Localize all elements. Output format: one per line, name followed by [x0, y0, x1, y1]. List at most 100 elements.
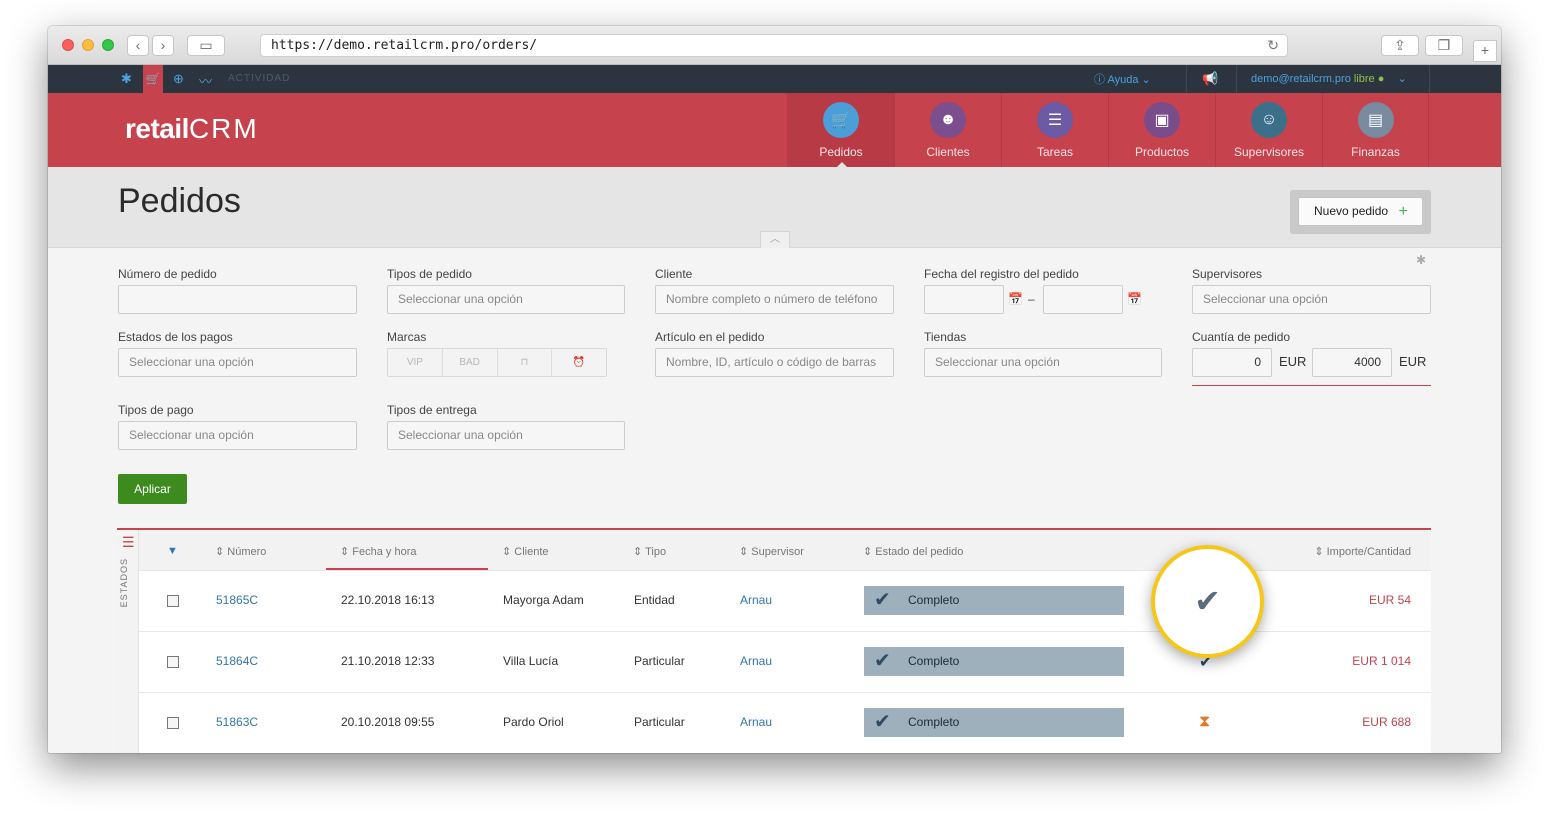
nav-item-clientes[interactable]: ☻ Clientes: [894, 93, 1001, 167]
status-badge[interactable]: ✔ Completo: [864, 708, 1124, 737]
sort-indicator: [326, 568, 488, 570]
column-header-type[interactable]: ⇕ Tipo: [633, 545, 666, 558]
reg-date-from-input[interactable]: [924, 285, 1004, 314]
column-label: Número: [227, 546, 267, 558]
user-status: libre: [1353, 73, 1375, 85]
reload-icon[interactable]: ↻: [1267, 37, 1279, 54]
settings-gear-icon[interactable]: ✱: [121, 71, 132, 87]
row-checkbox[interactable]: [167, 656, 179, 668]
nav-item-supervisores[interactable]: ☺ Supervisores: [1215, 93, 1322, 167]
row-checkbox[interactable]: [167, 595, 179, 607]
top-toolbar: ✱ 🛒 ⊕ 〰 ACTIVIDAD ⓘ Ayuda ⌄ 📢 demo@retai…: [48, 65, 1501, 93]
hamburger-icon[interactable]: ☰: [122, 534, 135, 551]
table-row[interactable]: 51863C 20.10.2018 09:55 Pardo Oriol Part…: [139, 693, 1431, 753]
column-header-date[interactable]: ⇕ Fecha y hora: [340, 545, 416, 558]
column-header-amount[interactable]: ⇕ Importe/Cantidad: [1314, 545, 1411, 558]
select-all-dropdown-icon[interactable]: ▼: [167, 545, 178, 557]
divider: [1186, 65, 1187, 93]
order-number-input[interactable]: [118, 285, 357, 314]
cart-icon: 🛒: [823, 102, 859, 138]
calendar-icon[interactable]: 📅: [1008, 292, 1023, 306]
new-order-label: Nuevo pedido: [1314, 204, 1389, 218]
check-icon: ✔: [874, 650, 891, 672]
activity-label[interactable]: ACTIVIDAD: [228, 73, 290, 84]
currency-label: EUR: [1399, 354, 1427, 369]
mark-bad[interactable]: BAD: [443, 349, 498, 376]
target-icon[interactable]: ⊕: [173, 71, 184, 87]
analytics-icon[interactable]: 〰: [199, 71, 212, 90]
order-number-link[interactable]: 51864C: [216, 654, 258, 668]
close-window-button[interactable]: [62, 39, 74, 51]
item-in-order-input[interactable]: Nombre, ID, artículo o código de barras: [655, 348, 894, 377]
shops-select[interactable]: Seleccionar una opción: [924, 348, 1162, 377]
payment-states-select[interactable]: Seleccionar una opción: [118, 348, 357, 377]
reg-date-label: Fecha del registro del pedido: [924, 267, 1079, 281]
filter-settings-gear-icon[interactable]: ✱: [1416, 253, 1426, 267]
calendar-icon[interactable]: 📅: [1127, 292, 1142, 306]
user-menu[interactable]: demo@retailcrm.pro libre ● ⌄: [1251, 72, 1407, 85]
new-order-button[interactable]: Nuevo pedido +: [1298, 197, 1423, 226]
nav-item-tareas[interactable]: ☰ Tareas: [1001, 93, 1108, 167]
supervisors-select[interactable]: Seleccionar una opción: [1192, 285, 1431, 314]
nav-item-productos[interactable]: ▣ Productos: [1108, 93, 1215, 167]
apply-button[interactable]: Aplicar: [118, 474, 187, 504]
order-types-select[interactable]: Seleccionar una opción: [387, 285, 625, 314]
payment-states-label: Estados de los pagos: [118, 330, 233, 344]
states-sidebar[interactable]: ☰ ESTADOS: [117, 530, 139, 753]
column-label: Supervisor: [751, 546, 804, 558]
row-checkbox[interactable]: [167, 717, 179, 729]
column-header-supervisor[interactable]: ⇕ Supervisor: [739, 545, 804, 558]
order-number-label: Número de pedido: [118, 267, 217, 281]
supervisor-avatar-icon: ☺: [1251, 102, 1287, 138]
help-label: Ayuda: [1107, 74, 1139, 86]
main-nav: 🛒 Pedidos ☻ Clientes ☰ Tareas ▣ Producto…: [787, 93, 1429, 168]
order-supervisor[interactable]: Arnau: [740, 654, 772, 668]
order-type: Entidad: [634, 593, 675, 607]
nav-item-pedidos[interactable]: 🛒 Pedidos: [787, 93, 894, 168]
client-avatar-icon: ☻: [930, 102, 966, 138]
column-header-status[interactable]: ⇕ Estado del pedido: [863, 545, 963, 558]
order-number-link[interactable]: 51865C: [216, 593, 258, 607]
minimize-window-button[interactable]: [82, 39, 94, 51]
order-supervisor[interactable]: Arnau: [740, 715, 772, 729]
delivery-types-select[interactable]: Seleccionar una opción: [387, 421, 625, 450]
url-text: https://demo.retailcrm.pro/orders/: [271, 38, 538, 53]
marks-selector: VIP BAD ⊓ ⏰: [387, 348, 607, 377]
sidebar-toggle-icon[interactable]: ▭: [187, 35, 225, 56]
amount-min-input[interactable]: 0: [1192, 348, 1272, 377]
column-header-number[interactable]: ⇕ Número: [215, 545, 266, 558]
status-badge[interactable]: ✔ Completo: [864, 586, 1124, 615]
nav-item-finanzas[interactable]: ▤ Finanzas: [1322, 93, 1429, 167]
announcement-icon[interactable]: 📢: [1202, 71, 1218, 87]
nav-label: Finanzas: [1351, 145, 1400, 159]
reg-date-to-input[interactable]: [1043, 285, 1123, 314]
order-supervisor[interactable]: Arnau: [740, 593, 772, 607]
amount-max-input[interactable]: 4000: [1312, 348, 1392, 377]
column-header-client[interactable]: ⇕ Cliente: [502, 545, 549, 558]
collapse-filters-button[interactable]: ︿: [760, 231, 790, 248]
status-badge[interactable]: ✔ Completo: [864, 647, 1124, 676]
tabs-icon[interactable]: ❐: [1425, 35, 1463, 56]
item-in-order-label: Artículo en el pedido: [655, 330, 765, 344]
order-number-link[interactable]: 51863C: [216, 715, 258, 729]
maximize-window-button[interactable]: [102, 39, 114, 51]
status-label: Completo: [908, 593, 960, 607]
calendar-mark-icon[interactable]: ⊓: [498, 349, 553, 376]
help-menu[interactable]: ⓘ Ayuda ⌄: [1094, 71, 1151, 87]
retailcrm-logo[interactable]: retailCRM: [125, 113, 259, 145]
forward-icon[interactable]: ›: [152, 35, 174, 56]
new-tab-icon[interactable]: +: [1473, 40, 1497, 62]
alarm-clock-icon[interactable]: ⏰: [552, 349, 606, 376]
plus-icon: +: [1398, 203, 1408, 220]
back-icon[interactable]: ‹: [127, 35, 149, 56]
status-label: Completo: [908, 715, 960, 729]
finance-doc-icon: ▤: [1357, 102, 1394, 138]
payment-types-select[interactable]: Seleccionar una opción: [118, 421, 357, 450]
mark-vip[interactable]: VIP: [388, 349, 443, 376]
client-input[interactable]: Nombre completo o número de teléfono: [655, 285, 894, 314]
share-icon[interactable]: ⇪: [1381, 35, 1419, 56]
nav-label: Productos: [1134, 145, 1190, 159]
address-bar[interactable]: https://demo.retailcrm.pro/orders/ ↻: [260, 34, 1288, 57]
new-order-wrapper: Nuevo pedido +: [1290, 190, 1431, 234]
orders-cart-icon[interactable]: 🛒: [143, 65, 163, 93]
